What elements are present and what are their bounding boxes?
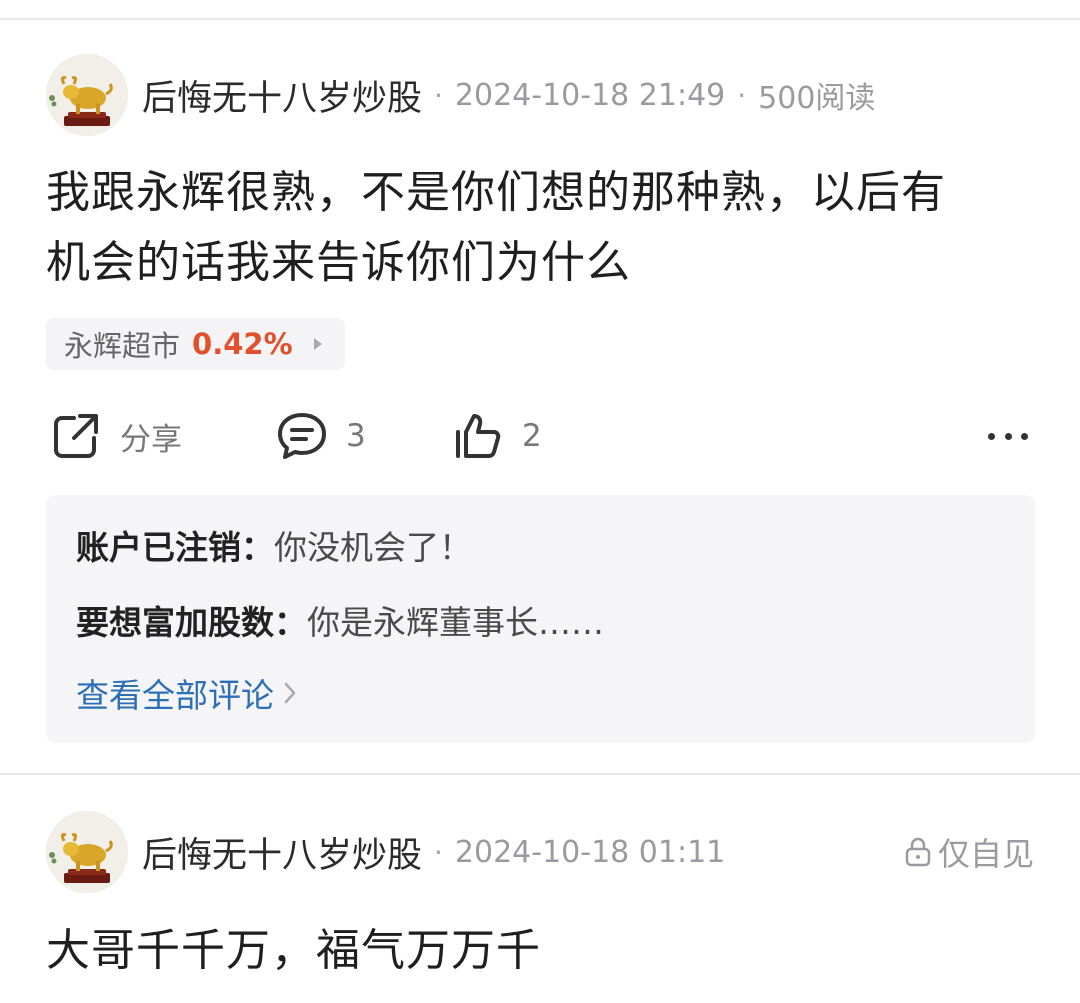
visibility-label: 仅自见 xyxy=(937,835,1034,873)
post-meta: 后悔无十八岁炒股 · 2024-10-18 01:11 xyxy=(142,830,726,876)
post-time: 2024-10-18 01:11 xyxy=(454,834,726,870)
post-text[interactable]: 大哥千千万，福气万万千 xyxy=(46,916,1036,986)
avatar[interactable] xyxy=(46,811,128,893)
post-card: 后悔无十八岁炒股 · 2024-10-18 01:11 仅自见 大哥千千万，福气… xyxy=(0,0,1080,1003)
meta-separator: · xyxy=(434,835,443,869)
author-name[interactable]: 后悔无十八岁炒股 xyxy=(142,827,422,878)
post-text-line: 大哥千千万，福气万万千 xyxy=(46,925,541,976)
lock-icon xyxy=(905,837,931,867)
visibility-indicator: 仅自见 xyxy=(904,830,1034,874)
golden-bull-figurine-icon xyxy=(46,811,128,893)
